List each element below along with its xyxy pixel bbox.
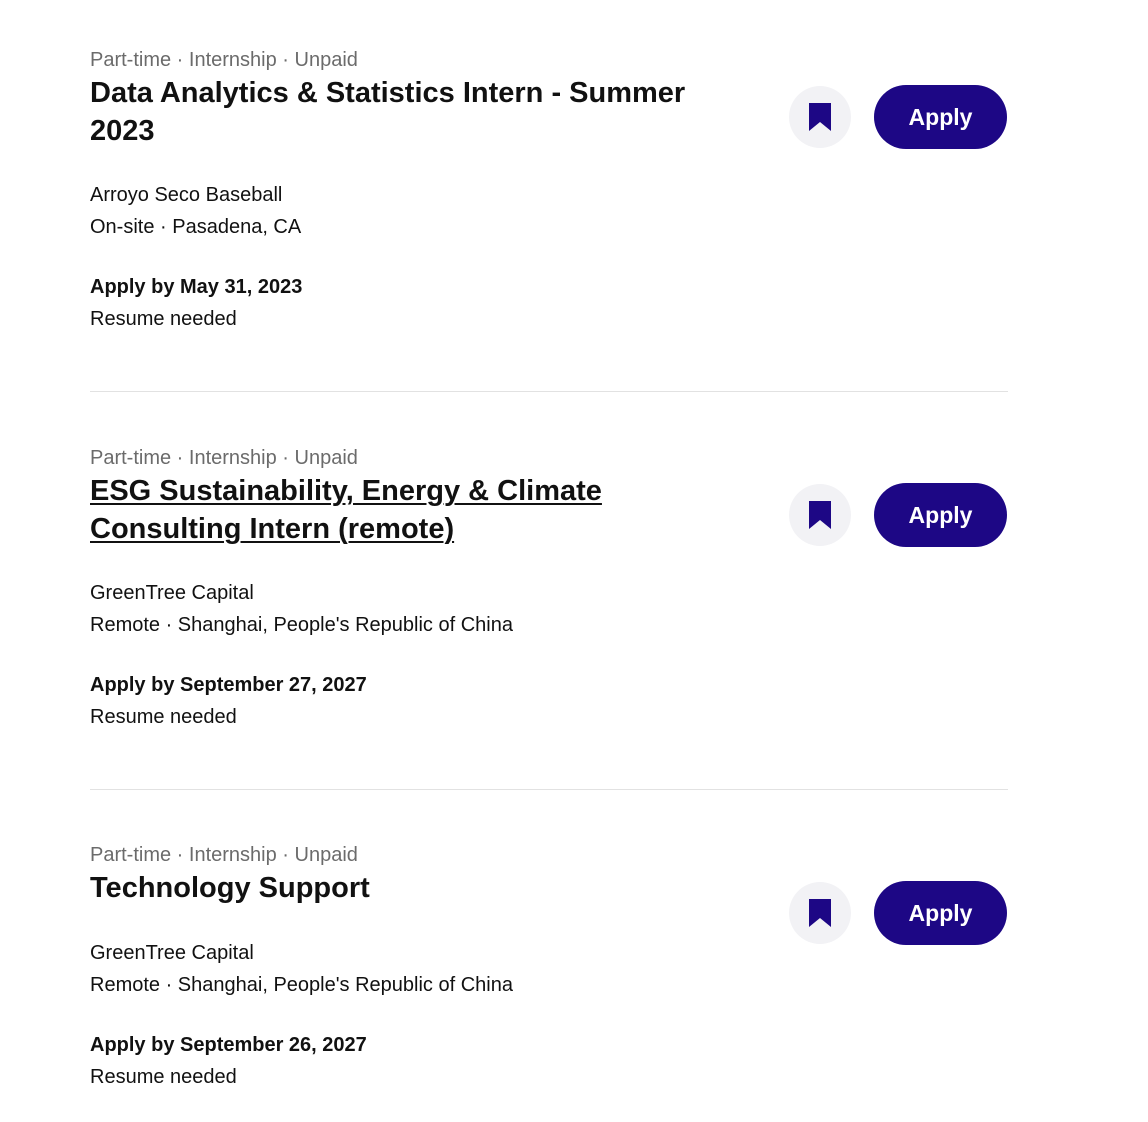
- bookmark-icon: [809, 103, 831, 131]
- bookmark-icon: [809, 501, 831, 529]
- job-location: Remote · Shanghai, People's Republic of …: [90, 974, 513, 996]
- resume-requirement: Resume needed: [90, 706, 237, 728]
- apply-button[interactable]: Apply: [874, 483, 1007, 547]
- job-title-link[interactable]: Data Analytics & Statistics Intern - Sum…: [90, 74, 740, 150]
- company-name: GreenTree Capital: [90, 942, 254, 964]
- job-location: On-site · Pasadena, CA: [90, 216, 302, 238]
- divider: [90, 391, 1008, 392]
- job-location: Remote · Shanghai, People's Republic of …: [90, 614, 513, 636]
- company-name: GreenTree Capital: [90, 582, 254, 604]
- job-title-link[interactable]: Technology Support: [90, 869, 740, 907]
- bookmark-button[interactable]: [789, 484, 851, 546]
- apply-deadline: Apply by September 26, 2027: [90, 1034, 367, 1056]
- job-meta: Part-time · Internship · Unpaid: [90, 49, 358, 71]
- apply-deadline: Apply by September 27, 2027: [90, 674, 367, 696]
- bookmark-icon: [809, 899, 831, 927]
- job-meta: Part-time · Internship · Unpaid: [90, 447, 358, 469]
- job-meta: Part-time · Internship · Unpaid: [90, 844, 358, 866]
- apply-button[interactable]: Apply: [874, 85, 1007, 149]
- bookmark-button[interactable]: [789, 882, 851, 944]
- job-title-link[interactable]: ESG Sustainability, Energy & Climate Con…: [90, 472, 650, 548]
- job-card: Part-time · Internship · Unpaid Technolo…: [90, 843, 1008, 1113]
- company-name: Arroyo Seco Baseball: [90, 184, 283, 206]
- bookmark-button[interactable]: [789, 86, 851, 148]
- job-card: Part-time · Internship · Unpaid Data Ana…: [90, 48, 1008, 348]
- apply-button[interactable]: Apply: [874, 881, 1007, 945]
- job-card: Part-time · Internship · Unpaid ESG Sust…: [90, 446, 1008, 746]
- apply-deadline: Apply by May 31, 2023: [90, 276, 303, 298]
- divider: [90, 789, 1008, 790]
- resume-requirement: Resume needed: [90, 308, 237, 330]
- resume-requirement: Resume needed: [90, 1066, 237, 1088]
